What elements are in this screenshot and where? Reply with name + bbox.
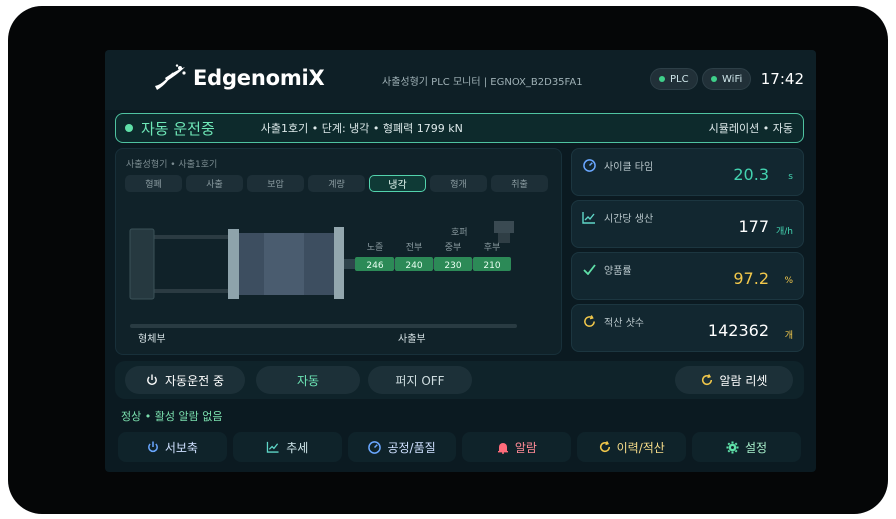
zone-name: 중부 [445,242,462,253]
metric-unit: 개 [784,331,793,341]
logo-text: EdgenomiX [193,66,325,90]
metric-card-hourly-output: 시간당 생산 177 개/h [571,200,804,248]
run-status-dot-icon [125,124,133,132]
zone-name: 후부 [484,242,501,253]
metric-value: 142362 [707,321,769,340]
header-bar: EdgenomiX 사출성형기 PLC 모니터 | EGNOX_B2D35FA1… [105,50,816,110]
zone-temp: 246 [366,261,383,271]
chart-line-icon [267,441,279,453]
metric-label: 양품률 [604,266,632,277]
metric-unit: 개/h [775,227,793,237]
refresh-icon [701,374,712,386]
refresh-icon [582,314,596,328]
metric-label: 시간당 생산 [604,214,654,225]
nav-history[interactable]: 이력/적산 [577,432,687,462]
stage-eject[interactable]: 취출 [491,175,548,192]
zone-temp: 210 [483,261,500,271]
metric-value: 97.2 [733,269,769,288]
device-bezel: EdgenomiX 사출성형기 PLC 모니터 | EGNOX_B2D35FA1… [8,6,888,514]
nav-label: 추세 [286,440,309,455]
zone-name: 노즐 [367,242,384,253]
purge-toggle-button[interactable]: 퍼지 OFF [368,366,472,394]
rear-platen [129,228,155,300]
fixed-platen [334,227,344,299]
run-mode-text: 시뮬레이션 • 자동 [708,122,793,135]
metric-label: 적산 샷수 [604,318,644,329]
hopper-neck [498,233,510,243]
metric-value: 177 [738,217,769,236]
run-status-banner: 자동 운전중 사출1호기 • 단계: 냉각 • 형폐력 1799 kN 시뮬레이… [115,113,804,143]
nav-process-quality[interactable]: 공정/품질 [347,432,457,462]
nav-alarm[interactable]: 알람 [462,432,572,462]
metric-card-total-shots: 적산 샷수 142362 개 [571,304,804,352]
power-icon [147,374,157,386]
injection-unit-label: 사출부 [398,334,426,345]
stage-mold-close[interactable]: 형폐 [125,175,182,192]
wifi-status-pill[interactable]: WiFi [702,68,752,90]
device-subtitle: 사출성형기 PLC 모니터 | EGNOX_B2D35FA1 [382,77,583,88]
nav-label: 설정 [745,440,768,455]
check-icon [582,262,596,276]
machine-diagram: 호퍼 노즐 전부 중부 후부 246 240 230 210 [129,221,517,328]
status-dot-icon [659,76,665,82]
machine-breadcrumb: 사출성형기 • 사출1호기 [126,160,218,170]
alarm-reset-label: 알람 리셋 [719,373,768,388]
plc-status-pill[interactable]: PLC [650,68,698,90]
run-state-text: 자동 운전중 [141,119,215,138]
nav-label: 알람 [514,440,537,455]
mode-auto-button[interactable]: 자동 [256,366,360,394]
stage-injection[interactable]: 사출 [186,175,243,192]
metric-card-cycle-time: 사이클 타임 20.3 s [571,148,804,196]
machine-panel: 사출성형기 • 사출1호기 형폐 사출 보압 계량 냉각 형개 취출 호퍼 노즐… [115,148,562,355]
clamp-unit-label: 형체부 [138,334,166,345]
refresh-icon [599,441,610,453]
hopper-label: 호퍼 [451,227,468,238]
nav-settings[interactable]: 설정 [692,432,801,462]
nav-label: 이력/적산 [616,440,665,455]
stage-mold-open[interactable]: 형개 [430,175,487,192]
process-stage-tabs: 형폐 사출 보압 계량 냉각 형개 취출 [125,175,548,192]
control-bar: 자동운전 중 자동 퍼지 OFF 알람 리셋 [115,361,804,399]
status-dot-icon [711,76,717,82]
nav-servo-axis[interactable]: 서보축 [118,432,227,462]
nav-label: 공정/품질 [387,440,436,455]
stage-metering[interactable]: 계량 [308,175,365,192]
zone-name: 전부 [406,242,423,253]
stage-cooling[interactable]: 냉각 [369,175,426,192]
gear-icon [726,440,739,454]
wifi-pill-label: WiFi [722,73,743,85]
metric-card-yield: 양품률 97.2 % [571,252,804,300]
power-icon [147,441,158,453]
mode-label: 자동 [296,373,320,388]
logo-mark-icon [155,64,186,90]
chart-line-icon [582,210,596,224]
metric-value: 20.3 [733,165,769,184]
auto-run-button[interactable]: 자동운전 중 [125,366,245,394]
gauge-icon [582,158,596,172]
hmi-screen: EdgenomiX 사출성형기 PLC 모니터 | EGNOX_B2D35FA1… [105,50,816,472]
hopper-body [494,221,514,233]
mold-cavity [264,233,304,295]
auto-run-label: 자동운전 중 [164,373,224,388]
metric-unit: % [784,276,793,286]
metric-unit: s [788,172,793,182]
nav-label: 서보축 [164,440,198,455]
brand-logo: EdgenomiX [153,64,325,92]
bottom-nav: 서보축 추세 공정/품질 알람 이력/적산 설정 [115,430,804,464]
nav-trend[interactable]: 추세 [232,432,342,462]
stage-hold-pressure[interactable]: 보압 [247,175,304,192]
base-rail [130,324,517,328]
metric-label: 사이클 타임 [604,162,654,173]
bell-icon [497,442,508,454]
moving-platen [228,229,239,299]
zone-temp: 240 [405,261,422,271]
alarm-status-line: 정상 • 활성 알람 없음 [121,410,223,423]
plc-pill-label: PLC [670,73,689,85]
gauge-icon [368,440,382,454]
alarm-reset-button[interactable]: 알람 리셋 [675,366,793,394]
clock: 17:42 [760,70,804,88]
run-detail-text: 사출1호기 • 단계: 냉각 • 형폐력 1799 kN [260,122,463,135]
zone-temp: 230 [444,261,461,271]
purge-label: 퍼지 OFF [395,373,445,388]
